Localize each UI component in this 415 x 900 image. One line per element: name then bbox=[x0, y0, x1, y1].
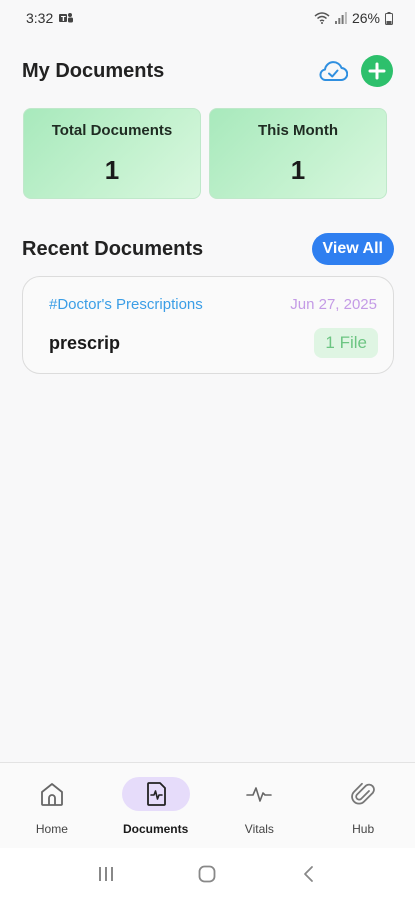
nav-icon-wrap bbox=[18, 777, 86, 811]
stat-value: 1 bbox=[104, 155, 120, 185]
nav-item-vitals[interactable]: Vitals bbox=[214, 777, 304, 836]
recents-button[interactable] bbox=[91, 859, 121, 889]
stat-card-total-documents: Total Documents 1 bbox=[23, 108, 201, 199]
document-icon bbox=[146, 782, 166, 806]
wifi-icon bbox=[314, 12, 330, 24]
status-left: 3:32 T bbox=[26, 10, 74, 26]
add-icon bbox=[368, 62, 386, 80]
cloud-upload-icon bbox=[319, 61, 348, 81]
section-title: Recent Documents bbox=[22, 237, 204, 260]
bottom-nav: Home Documents Vitals Hub bbox=[0, 762, 415, 848]
file-count-badge: 1 File bbox=[314, 328, 378, 358]
nav-label: Hub bbox=[352, 822, 375, 836]
home-circle-icon bbox=[199, 865, 216, 883]
stat-card-this-month: This Month 1 bbox=[209, 108, 387, 199]
page-header: My Documents bbox=[22, 54, 393, 88]
document-date: Jun 27, 2025 bbox=[290, 296, 377, 313]
stat-value: 1 bbox=[290, 155, 306, 185]
cloud-upload-button[interactable] bbox=[317, 55, 349, 87]
nav-label: Documents bbox=[122, 822, 189, 836]
recents-icon bbox=[98, 867, 113, 881]
status-right: 26% bbox=[314, 10, 393, 26]
nav-label: Vitals bbox=[244, 822, 274, 836]
header-actions bbox=[317, 55, 393, 87]
battery-percent: 26% bbox=[351, 10, 380, 26]
home-button[interactable] bbox=[192, 859, 222, 889]
back-icon bbox=[304, 866, 314, 882]
nav-icon-wrap bbox=[329, 777, 397, 811]
add-document-button[interactable] bbox=[361, 55, 393, 87]
status-time: 3:32 bbox=[26, 10, 54, 26]
nav-item-documents[interactable]: Documents bbox=[111, 777, 201, 836]
status-bar: 3:32 T 26% bbox=[0, 0, 415, 36]
system-nav-bar bbox=[0, 848, 415, 900]
stat-label: Total Documents bbox=[51, 122, 173, 139]
signal-icon bbox=[334, 12, 347, 24]
nav-label: Home bbox=[35, 822, 68, 836]
svg-text:T: T bbox=[61, 15, 66, 23]
stat-label: This Month bbox=[258, 122, 338, 139]
nav-item-hub[interactable]: Hub bbox=[318, 777, 408, 836]
stats-row: Total Documents 1 This Month 1 bbox=[23, 108, 387, 199]
teams-icon: T bbox=[59, 13, 74, 23]
view-all-button[interactable]: View All bbox=[311, 233, 394, 265]
document-category: #Doctor's Prescriptions bbox=[49, 296, 203, 313]
back-button[interactable] bbox=[294, 859, 324, 889]
recent-documents-header: Recent Documents View All bbox=[22, 232, 394, 266]
home-icon bbox=[40, 783, 63, 806]
nav-item-home[interactable]: Home bbox=[7, 777, 97, 836]
paperclip-icon bbox=[351, 782, 376, 805]
pulse-icon bbox=[246, 787, 273, 802]
document-card[interactable]: #Doctor's Prescriptions Jun 27, 2025 pre… bbox=[22, 276, 394, 374]
document-name: prescrip bbox=[49, 333, 121, 353]
page-title: My Documents bbox=[22, 59, 165, 82]
nav-icon-wrap bbox=[121, 777, 190, 811]
nav-icon-wrap bbox=[225, 777, 293, 811]
battery-icon bbox=[385, 11, 393, 25]
